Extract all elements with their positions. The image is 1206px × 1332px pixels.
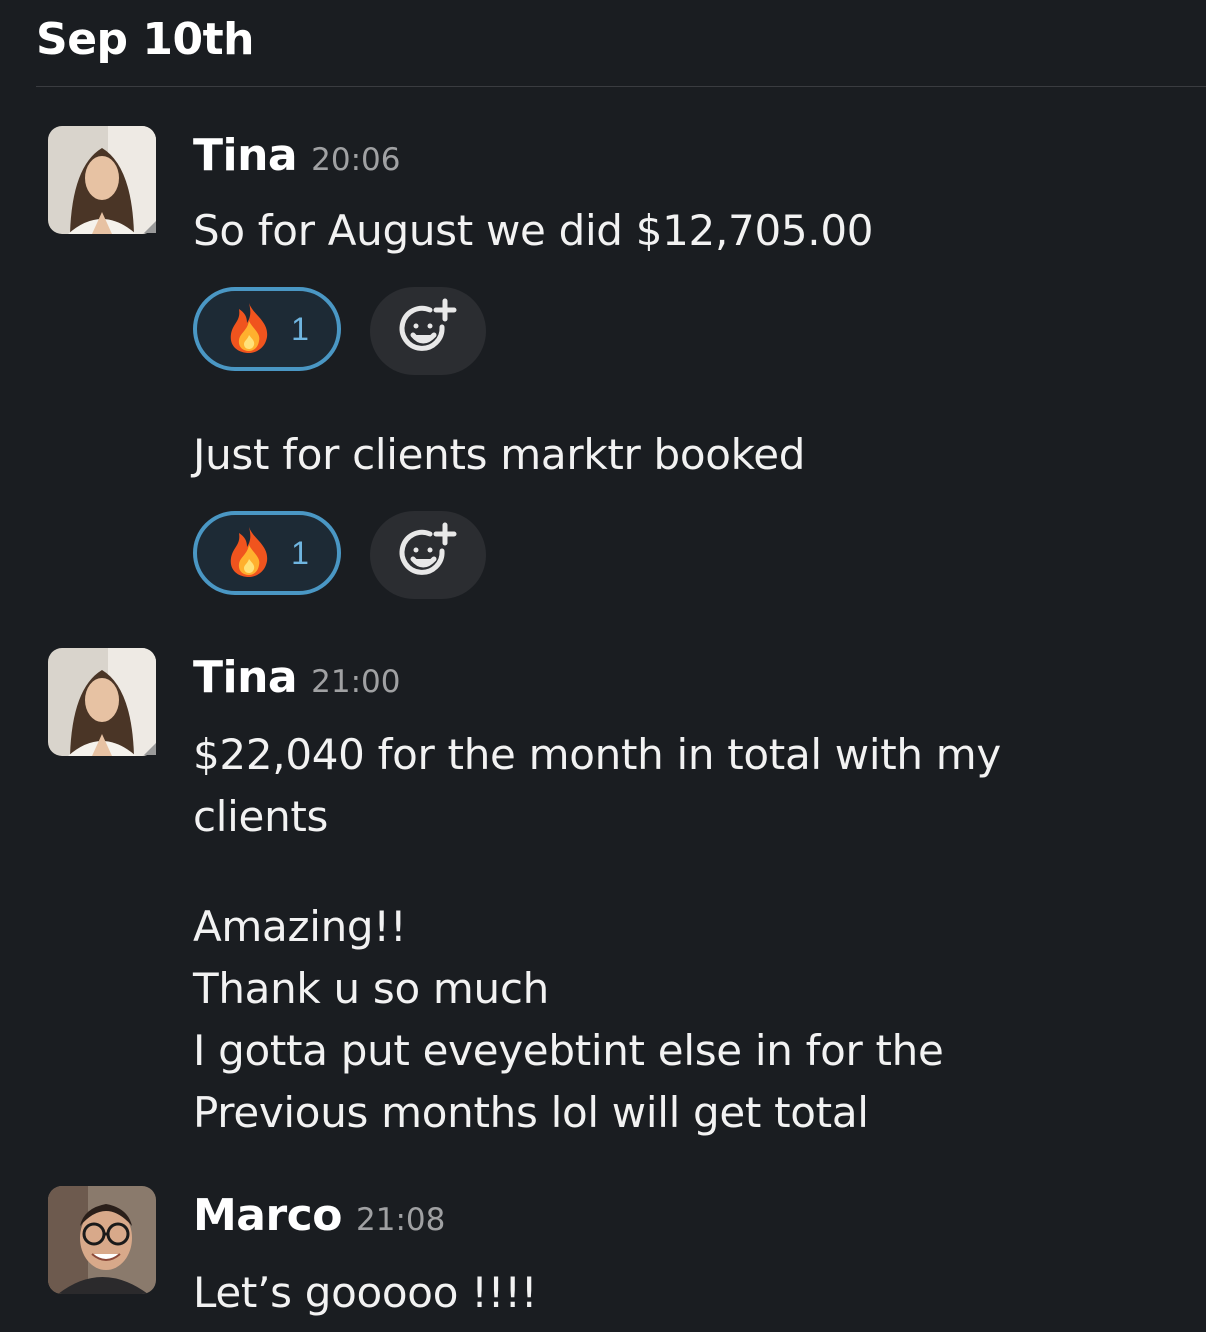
date-divider — [36, 86, 1206, 87]
message-text: So for August we did $12,705.00 — [193, 206, 874, 255]
message-line: $22,040 for the month in total with my — [193, 730, 1001, 779]
add-reaction-button[interactable] — [370, 511, 486, 599]
message-text: Just for clients marktr booked — [193, 430, 806, 479]
author-name[interactable]: Tina 21:00 — [193, 652, 400, 703]
message-line: I gotta put eveyebtint else in for the — [193, 1026, 944, 1075]
add-emoji-icon — [396, 521, 460, 589]
message-line: clients — [193, 792, 329, 841]
fire-emoji-icon — [225, 301, 273, 357]
timestamp[interactable]: 21:08 — [356, 1202, 445, 1238]
fire-emoji-icon — [225, 525, 273, 581]
add-reaction-button[interactable] — [370, 287, 486, 375]
timestamp[interactable]: 20:06 — [311, 142, 400, 178]
reaction-button[interactable]: 1 — [193, 511, 341, 595]
reaction-count: 1 — [291, 310, 309, 347]
author-name[interactable]: Tina 20:06 — [193, 130, 400, 181]
avatar-tina[interactable] — [48, 648, 156, 756]
message-line: Thank u so much — [193, 964, 549, 1013]
avatar-tina[interactable] — [48, 126, 156, 234]
message-line — [193, 848, 1001, 896]
add-emoji-icon — [396, 297, 460, 365]
presence-indicator — [144, 743, 156, 755]
date-header: Sep 10th — [36, 14, 254, 65]
reaction-button[interactable]: 1 — [193, 287, 341, 371]
reaction-count: 1 — [291, 534, 309, 571]
presence-indicator — [144, 221, 156, 233]
message-line: Previous months lol will get total — [193, 1088, 869, 1137]
message-text: Let’s gooooo !!!! — [193, 1268, 538, 1317]
message-line: Amazing!! — [193, 902, 407, 951]
avatar-marco[interactable] — [48, 1186, 156, 1294]
message-text: $22,040 for the month in total with my c… — [193, 724, 1001, 1144]
timestamp[interactable]: 21:00 — [311, 664, 400, 700]
author-name[interactable]: Marco 21:08 — [193, 1190, 445, 1241]
